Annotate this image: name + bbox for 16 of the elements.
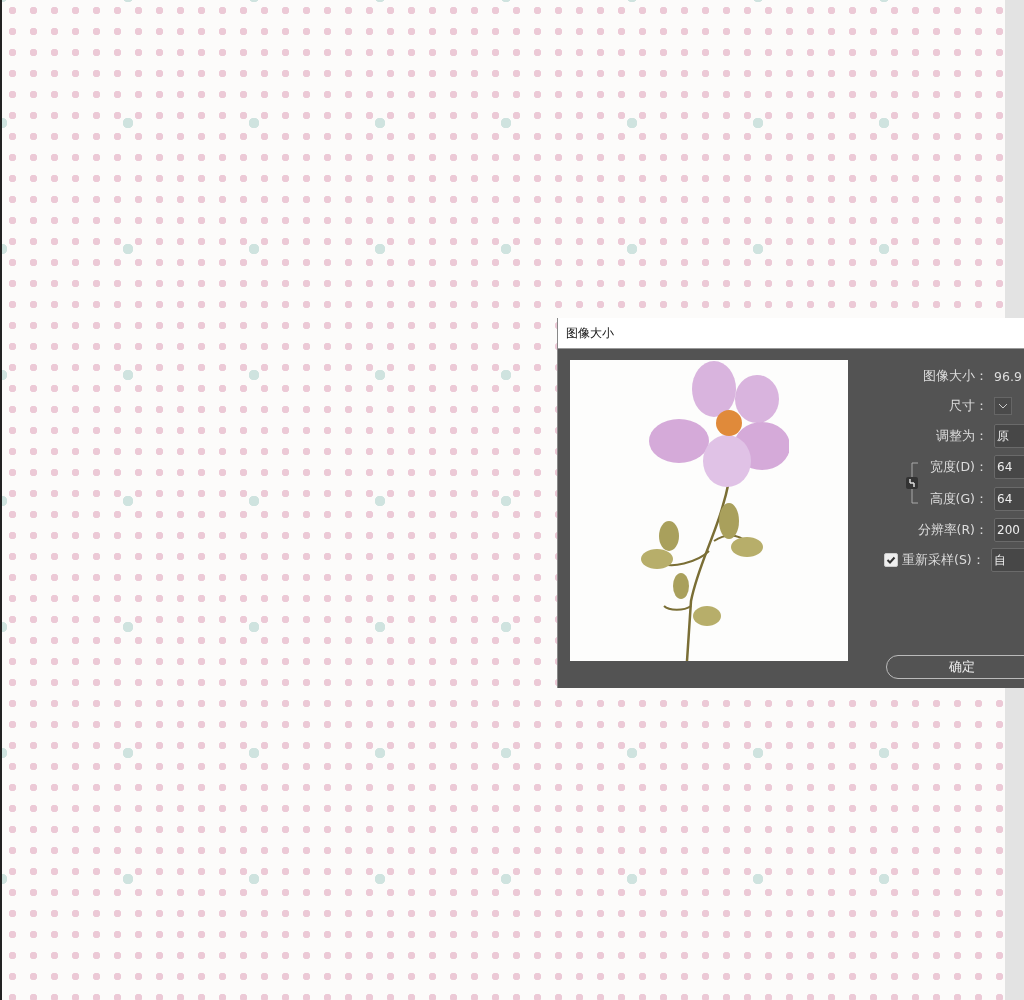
- field-label: 高度(G)：: [928, 490, 988, 508]
- checkbox[interactable]: [884, 553, 898, 567]
- fit-to-dropdown[interactable]: 原: [994, 424, 1024, 448]
- field-label: 尺寸：: [948, 397, 988, 415]
- field-label: 图像大小：: [922, 367, 988, 385]
- image-size-value: 96.9: [994, 368, 1023, 384]
- field-label: 宽度(D)：: [928, 458, 988, 476]
- width-input[interactable]: 64: [994, 455, 1024, 479]
- field-label: 调整为：: [935, 427, 988, 445]
- field-label: 重新采样(S)：: [902, 551, 985, 569]
- resolution-input[interactable]: 200: [994, 518, 1024, 542]
- resample-dropdown[interactable]: 自: [990, 548, 1024, 572]
- field-label: 分辨率(R)：: [916, 521, 988, 539]
- dialog-title: 图像大小: [566, 324, 614, 342]
- height-input[interactable]: 64: [994, 487, 1024, 511]
- chevron-down-icon[interactable]: [994, 397, 1012, 415]
